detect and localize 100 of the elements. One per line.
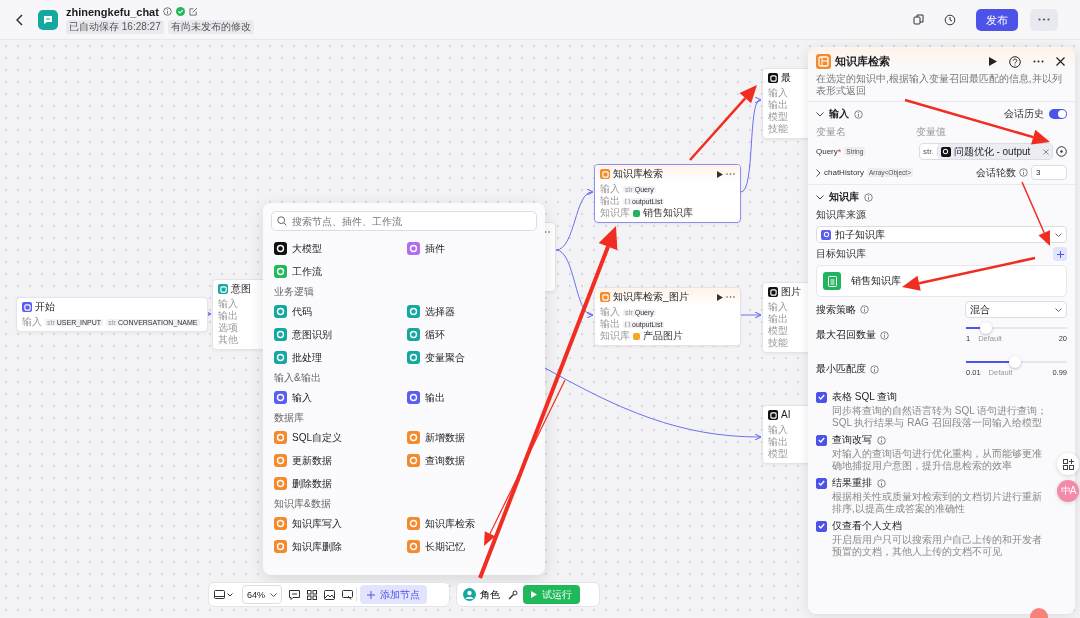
add-button[interactable] [1053, 247, 1067, 261]
tile-icon [407, 540, 420, 553]
clear-icon[interactable] [1043, 148, 1049, 155]
play-icon[interactable] [989, 57, 997, 66]
info-icon[interactable] [877, 478, 886, 488]
menu-item[interactable]: 查询数据 [404, 449, 537, 472]
node-icon [768, 73, 778, 83]
row-label: 知识库 [600, 330, 630, 342]
menu-item[interactable]: 输出 [404, 386, 537, 409]
node-title: 知识库检索_图片 [613, 291, 689, 303]
zoom-select[interactable]: 64% [242, 585, 282, 604]
option-description: 根据相关性或质量对检索到的文档切片进行重新排序,以提高生成答案的准确性 [832, 491, 1043, 515]
node-icon [600, 169, 610, 179]
collapse-icon[interactable] [816, 194, 824, 200]
menu-item[interactable]: 变量聚合 [404, 346, 537, 369]
checkbox[interactable] [816, 434, 827, 446]
tile-icon [407, 391, 420, 404]
column-header: 变量值 [916, 125, 946, 139]
grid-icon[interactable] [307, 589, 317, 600]
number-field[interactable]: 3 [1031, 165, 1067, 180]
comment-icon[interactable] [289, 589, 300, 600]
tile-icon [274, 517, 287, 530]
section-title: 输入 [829, 107, 849, 121]
back-icon[interactable] [16, 13, 24, 26]
app-logo [38, 9, 58, 30]
row-label: 输入 [600, 183, 620, 195]
close-icon[interactable] [1056, 57, 1065, 66]
option-label: 查询改写 [832, 433, 872, 447]
menu-item[interactable]: SQL自定义 [271, 426, 404, 449]
row-label: 模型 [768, 111, 788, 123]
variable-value: 问题优化 - output [953, 144, 1032, 159]
row-label: 输出 [600, 195, 620, 207]
knowledge-base-name: 产品图片 [643, 329, 683, 343]
strategy-select[interactable]: 混合 [965, 301, 1067, 318]
menu-item[interactable]: 新增数据 [404, 426, 537, 449]
menu-item[interactable]: 长期记忆 [404, 535, 537, 558]
menu-item[interactable]: 删除数据 [271, 472, 404, 495]
collapse-icon[interactable] [816, 111, 824, 117]
node-title: 最 [781, 72, 791, 84]
more-icon [1038, 18, 1050, 21]
node-icon [218, 284, 228, 294]
checkbox[interactable] [816, 477, 827, 489]
menu-item[interactable]: 大模型 [271, 237, 404, 260]
node-icon [768, 410, 778, 420]
row-label: 输入 [768, 301, 788, 313]
option-description: 开启后用户只可以搜索用户自己上传的和开发者预置的文档，其他人上传的文档不可见 [832, 534, 1043, 558]
slider-thumb[interactable] [1009, 356, 1022, 368]
play-icon[interactable] [717, 170, 723, 178]
variable-field[interactable]: str. 问题优化 - output [919, 143, 1053, 160]
role-button[interactable]: 角色 [460, 587, 503, 602]
tile-icon [274, 351, 287, 364]
toggle-switch[interactable] [1049, 109, 1067, 119]
menu-item[interactable]: 知识库写入 [271, 512, 404, 535]
row-label: 模型 [768, 325, 788, 337]
node-icon [600, 292, 610, 302]
publish-button[interactable]: 发布 [976, 8, 1018, 31]
layout-button[interactable] [212, 590, 235, 599]
target-icon[interactable] [1056, 146, 1067, 157]
slider-thumb[interactable] [980, 322, 993, 334]
menu-item[interactable]: 选择器 [404, 300, 537, 323]
menu-item[interactable]: 知识库检索 [404, 512, 537, 535]
menu-item[interactable]: 更新数据 [271, 449, 404, 472]
more-icon[interactable] [1033, 60, 1044, 63]
info-icon[interactable] [854, 109, 863, 119]
connector-line [740, 311, 762, 319]
list-icon [625, 321, 630, 327]
info-icon[interactable] [877, 435, 886, 445]
search-field[interactable]: 搜索节点、插件、工作流 [271, 211, 537, 231]
image-icon[interactable] [324, 589, 335, 600]
tile-icon [274, 540, 287, 553]
row-label: 其他 [218, 334, 238, 346]
info-icon[interactable] [162, 7, 172, 16]
edit-icon[interactable] [188, 7, 198, 16]
info-icon[interactable] [864, 192, 873, 202]
copy-icon[interactable] [913, 14, 924, 25]
checkbox[interactable] [816, 391, 827, 403]
option-description: 对输入的查询语句进行优化重构，从而能够更准确地捕捉用户意图，提升信息检索的效率 [832, 448, 1043, 472]
knowledge-base-card[interactable]: 销售知识库 [816, 265, 1067, 297]
menu-item[interactable]: 循环 [404, 323, 537, 346]
knowledge-base-name: 销售知识库 [643, 206, 693, 220]
frame-icon[interactable] [342, 589, 353, 600]
help-icon[interactable] [1009, 55, 1021, 68]
info-icon[interactable] [860, 305, 869, 314]
menu-item[interactable]: 知识库删除 [271, 535, 404, 558]
expand-icon[interactable] [816, 168, 821, 177]
wrench-icon[interactable] [508, 589, 518, 600]
play-icon[interactable] [717, 293, 723, 301]
add-node-button[interactable]: 添加节点 [360, 585, 427, 604]
menu-item[interactable]: 输入 [271, 386, 404, 409]
field-label: 知识库来源 [816, 208, 867, 222]
checkbox[interactable] [816, 520, 827, 532]
info-icon[interactable] [870, 364, 879, 374]
info-icon[interactable] [880, 330, 889, 340]
history-icon[interactable] [944, 13, 956, 26]
source-select[interactable]: 扣子知识库 [816, 226, 1067, 243]
monitor-icon [214, 590, 225, 599]
menu-item[interactable]: 插件 [404, 237, 537, 260]
connector-line [555, 249, 594, 317]
info-icon[interactable] [1019, 168, 1028, 177]
apps-button[interactable] [1057, 453, 1079, 475]
